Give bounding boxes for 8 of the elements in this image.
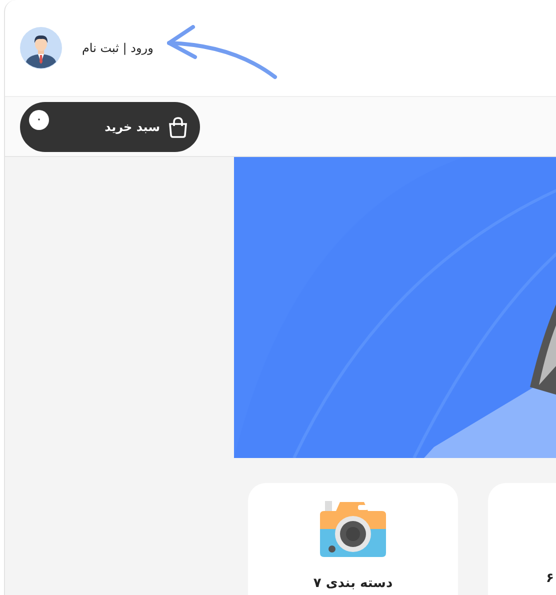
category-card[interactable]: دسته بندی ۷ [248, 483, 458, 595]
camera-icon [320, 501, 386, 557]
cart-count: ۰ [29, 110, 49, 130]
cart-button[interactable]: ۰ سبد خرید [20, 102, 200, 152]
avatar-icon[interactable] [20, 27, 62, 69]
shopping-bag-icon [168, 116, 188, 138]
category-card[interactable]: ۶ [488, 483, 556, 595]
login-link[interactable]: ورود | ثبت نام [82, 39, 154, 57]
